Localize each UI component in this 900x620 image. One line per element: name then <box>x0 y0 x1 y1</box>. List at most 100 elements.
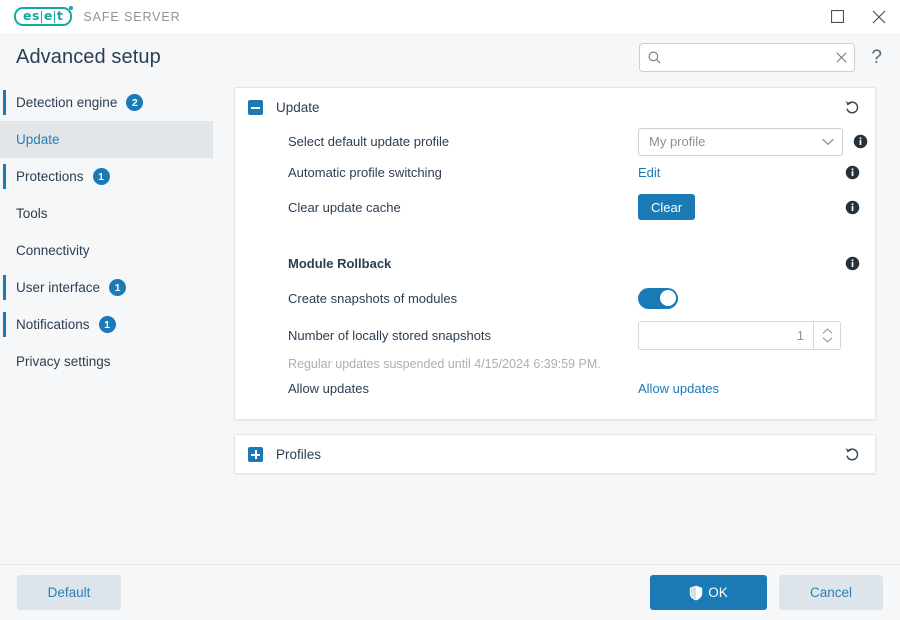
revert-icon <box>845 101 859 114</box>
search-icon <box>648 51 661 63</box>
chevron-up-icon[interactable] <box>822 328 833 334</box>
registered-mark-icon <box>69 6 74 10</box>
logo-text-t: t <box>56 8 64 24</box>
chevron-down-icon[interactable] <box>822 337 833 343</box>
close-icon <box>872 10 886 23</box>
sidebar-item-protections[interactable]: Protections 1 <box>0 158 213 195</box>
sidebar-item-label: Privacy settings <box>16 354 111 369</box>
row-label: Create snapshots of modules <box>288 290 458 306</box>
info-icon <box>845 200 859 214</box>
sidebar-item-badge: 1 <box>109 279 127 296</box>
row-control <box>638 287 835 309</box>
sidebar-nav: Detection engine 2 Update Protections 1 … <box>0 81 213 564</box>
sidebar-item-label: Update <box>16 132 60 147</box>
info-button-profile[interactable] <box>849 134 871 149</box>
title-bar: es e t SAFE SERVER <box>0 0 900 33</box>
clear-update-cache-button[interactable]: Clear <box>638 194 696 220</box>
info-button-clear-cache[interactable] <box>841 200 863 215</box>
logo-text-es: es <box>23 8 40 24</box>
stored-snapshots-stepper[interactable]: 1 <box>638 321 841 350</box>
allow-updates-link[interactable]: Allow updates <box>638 381 719 396</box>
sidebar-item-badge: 1 <box>98 316 116 333</box>
sidebar-item-label: User interface <box>16 280 101 295</box>
logo-divider-2 <box>54 10 56 23</box>
sidebar-item-label: Connectivity <box>16 243 90 258</box>
ok-button[interactable]: OK <box>650 575 767 610</box>
select-value: My profile <box>649 134 706 149</box>
revert-update-button[interactable] <box>841 96 863 118</box>
stepper-value[interactable]: 1 <box>638 321 814 350</box>
update-panel: Update Select default update profile My … <box>234 87 876 420</box>
edit-profile-switching-link[interactable]: Edit <box>638 165 660 180</box>
module-rollback-heading: Module Rollback <box>288 256 392 271</box>
sidebar-item-badge: 1 <box>92 168 110 185</box>
shield-icon <box>690 585 703 600</box>
row-label: Automatic profile switching <box>288 165 442 180</box>
sidebar-item-privacy-settings[interactable]: Privacy settings <box>0 343 213 380</box>
row-control: Allow updates <box>638 381 835 396</box>
window-controls <box>816 0 900 33</box>
maximize-icon <box>830 10 844 23</box>
row-module-rollback-heading: Module Rollback <box>248 248 863 279</box>
expand-profiles-button[interactable] <box>248 446 263 462</box>
info-icon <box>845 256 859 271</box>
updates-suspended-note: Regular updates suspended until 4/15/202… <box>288 357 601 371</box>
active-accent-bar <box>3 164 6 189</box>
revert-profiles-button[interactable] <box>841 443 863 465</box>
cancel-button[interactable]: Cancel <box>779 575 883 610</box>
help-button[interactable]: ? <box>867 48 886 67</box>
footer-right-actions: OK Cancel <box>650 575 883 610</box>
update-panel-header: Update <box>235 88 875 126</box>
row-allow-updates: Allow updates Allow updates <box>248 371 863 405</box>
stepper-arrows[interactable] <box>814 321 841 350</box>
close-button[interactable] <box>858 0 900 33</box>
info-icon <box>845 165 859 180</box>
clear-icon[interactable] <box>836 52 847 63</box>
row-control: Clear <box>638 194 835 220</box>
default-update-profile-select[interactable]: My profile <box>638 127 843 156</box>
sidebar-item-tools[interactable]: Tools <box>0 195 213 232</box>
sidebar-item-badge: 2 <box>126 94 144 111</box>
row-control: 1 <box>638 321 841 350</box>
product-name: SAFE SERVER <box>83 9 181 24</box>
sidebar-item-update[interactable]: Update <box>0 121 213 158</box>
default-button[interactable]: Default <box>17 575 121 610</box>
sidebar-item-label: Detection engine <box>16 95 118 110</box>
chevron-down-icon <box>822 138 834 145</box>
brand-logo: es e t SAFE SERVER <box>0 6 181 26</box>
active-accent-bar <box>3 312 6 337</box>
search-input[interactable] <box>661 50 837 64</box>
main-body: Detection engine 2 Update Protections 1 … <box>0 81 900 564</box>
logo-text-e: e <box>43 8 53 24</box>
maximize-button[interactable] <box>816 0 858 33</box>
sidebar-item-connectivity[interactable]: Connectivity <box>0 232 213 269</box>
info-button-module-rollback[interactable] <box>841 256 863 271</box>
sidebar-item-detection-engine[interactable]: Detection engine 2 <box>0 84 213 121</box>
sidebar-item-user-interface[interactable]: User interface 1 <box>0 269 213 306</box>
page-header: Advanced setup ? <box>0 33 900 81</box>
advanced-setup-window: es e t SAFE SERVER Advanced setup ? Dete… <box>0 0 900 620</box>
create-snapshots-toggle[interactable] <box>638 287 678 309</box>
sidebar-item-label: Notifications <box>16 317 90 332</box>
dialog-footer: Default OK Cancel <box>0 564 900 620</box>
eset-logo-icon: es e t <box>14 6 74 26</box>
update-panel-body: Select default update profile My profile <box>235 126 875 419</box>
row-control: Edit <box>638 165 835 180</box>
row-label: Number of locally stored snapshots <box>288 328 492 343</box>
sidebar-item-notifications[interactable]: Notifications 1 <box>0 306 213 343</box>
sidebar-item-label: Protections <box>16 169 84 184</box>
update-panel-title: Update <box>276 99 320 115</box>
info-button-auto-switch[interactable] <box>841 165 863 180</box>
sidebar-item-label: Tools <box>16 206 48 221</box>
row-stored-snapshots: Number of locally stored snapshots 1 <box>248 317 863 354</box>
search-box[interactable] <box>639 42 856 72</box>
page-title: Advanced setup <box>16 45 161 68</box>
active-accent-bar <box>3 275 6 300</box>
logo-divider-1 <box>41 10 43 23</box>
row-label: Allow updates <box>288 380 369 396</box>
settings-content: Update Select default update profile My … <box>213 81 900 564</box>
row-create-snapshots: Create snapshots of modules <box>248 279 863 317</box>
collapse-update-button[interactable] <box>248 99 263 115</box>
profiles-panel-header[interactable]: Profiles <box>235 435 875 473</box>
